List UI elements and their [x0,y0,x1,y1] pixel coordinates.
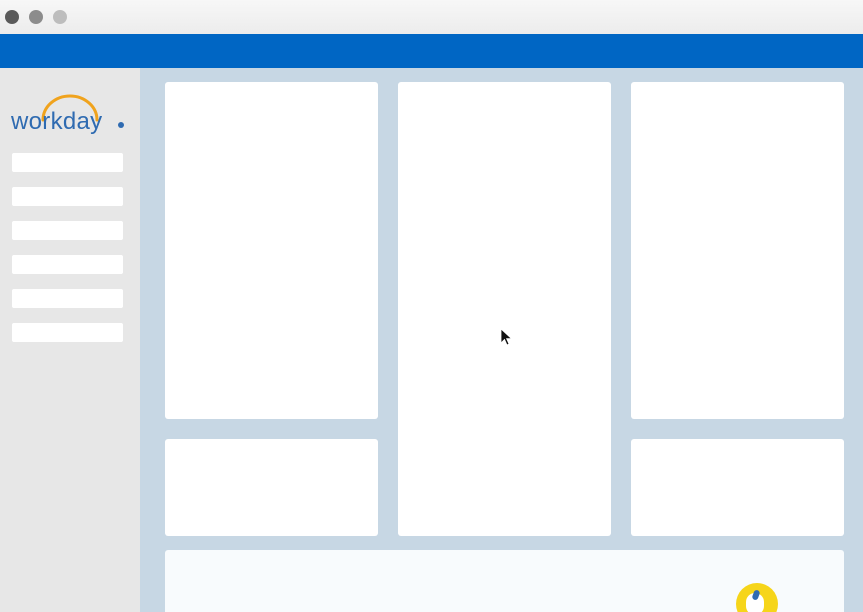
window-minimize-button[interactable] [29,10,43,24]
workday-logo[interactable]: workday [11,90,127,138]
sidebar-item-1[interactable] [12,153,123,172]
logo-text: workday [11,108,103,135]
logo-trademark-dot [118,122,124,128]
sidebar-item-3[interactable] [12,221,123,240]
card-bottom-right[interactable] [631,439,844,536]
sidebar-nav [12,153,123,357]
app-window: workday [0,0,863,612]
card-top-right[interactable] [631,82,844,419]
window-maximize-button[interactable] [53,10,67,24]
app-header-bar [0,34,863,68]
mouse-pointer-icon [500,328,513,346]
window-close-button[interactable] [5,10,19,24]
card-top-left[interactable] [165,82,378,419]
sidebar-item-2[interactable] [12,187,123,206]
card-center-tall[interactable] [398,82,611,536]
sidebar: workday [0,68,140,612]
sidebar-item-6[interactable] [12,323,123,342]
window-title-bar [0,0,863,34]
sidebar-item-4[interactable] [12,255,123,274]
sidebar-item-5[interactable] [12,289,123,308]
card-bottom-left[interactable] [165,439,378,536]
